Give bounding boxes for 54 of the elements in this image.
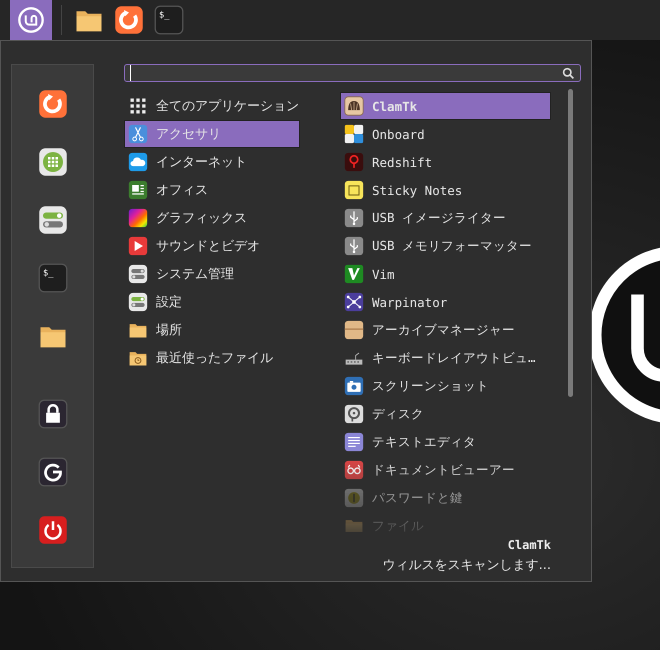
app-grid-icon[interactable] xyxy=(38,147,68,177)
logo-icon xyxy=(17,6,45,34)
category-item[interactable]: 設定 xyxy=(124,288,300,316)
color-palette-icon xyxy=(128,208,148,228)
document-icon xyxy=(128,180,148,200)
lock-icon[interactable] xyxy=(38,399,68,429)
description-title: ClamTk xyxy=(508,538,551,552)
application-item[interactable]: Warpinator xyxy=(340,288,551,316)
application-item[interactable]: USB メモリフォーマッター xyxy=(340,232,551,260)
terminal-icon[interactable]: $_ xyxy=(154,5,184,35)
category-item[interactable]: サウンドとビデオ xyxy=(124,232,300,260)
camera-icon xyxy=(344,376,364,396)
toggle-switches-icon xyxy=(128,264,148,284)
glasses-icon xyxy=(344,460,364,480)
usb-icon xyxy=(344,208,364,228)
sticky-note-icon xyxy=(344,180,364,200)
toggle-switches-icon[interactable] xyxy=(38,205,68,235)
letter-v-icon xyxy=(344,264,364,284)
application-item[interactable]: Vim xyxy=(340,260,551,288)
scrollbar[interactable] xyxy=(568,89,573,397)
shell-icon xyxy=(344,96,364,116)
search-icon xyxy=(562,66,575,80)
description-text: ウィルスをスキャンします... xyxy=(382,557,551,574)
application-item[interactable]: Redshift xyxy=(340,148,551,176)
category-item[interactable]: システム管理 xyxy=(124,260,300,288)
category-item[interactable]: 場所 xyxy=(124,316,300,344)
category-item[interactable]: 全てのアプリケーション xyxy=(124,92,300,120)
network-icon xyxy=(344,292,364,312)
menu-button[interactable] xyxy=(10,0,52,40)
power-icon[interactable] xyxy=(38,515,68,545)
application-item[interactable]: ディスク xyxy=(340,400,551,428)
application-item[interactable]: Onboard xyxy=(340,120,551,148)
category-item[interactable]: 最近使ったファイル xyxy=(124,344,300,372)
play-icon xyxy=(128,236,148,256)
application-item[interactable]: USB イメージライター xyxy=(340,204,551,232)
dot-grid-icon xyxy=(128,96,148,116)
terminal-icon[interactable]: $_ xyxy=(38,263,68,293)
application-item[interactable]: ドキュメントビューアー xyxy=(340,456,551,484)
category-item[interactable]: グラフィックス xyxy=(124,204,300,232)
usb-icon xyxy=(344,236,364,256)
toggle-switches-icon xyxy=(128,292,148,312)
scissors-icon xyxy=(128,124,148,144)
text-lines-icon xyxy=(344,432,364,452)
application-item[interactable]: パスワードと鍵 xyxy=(340,484,551,512)
application-item[interactable]: テキストエディタ xyxy=(340,428,551,456)
category-item[interactable]: オフィス xyxy=(124,176,300,204)
application-item[interactable]: Sticky Notes xyxy=(340,176,551,204)
category-item[interactable]: インターネット xyxy=(124,148,300,176)
application-item[interactable]: キーボードレイアウトビュ… xyxy=(340,344,551,372)
cloud-icon xyxy=(128,152,148,172)
application-item[interactable]: スクリーンショット xyxy=(340,372,551,400)
archive-box-icon xyxy=(344,320,364,340)
application-item[interactable]: アーカイブマネージャー xyxy=(340,316,551,344)
search-field[interactable] xyxy=(124,64,581,82)
